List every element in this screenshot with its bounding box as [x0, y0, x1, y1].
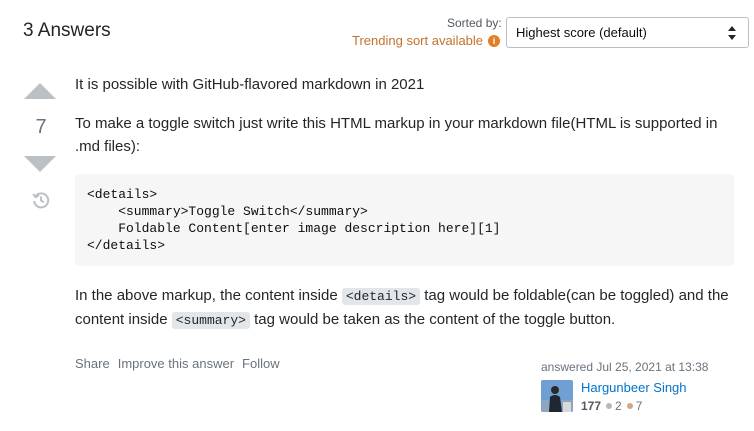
post-menu: Share Improve this answer Follow — [75, 356, 288, 371]
answer-paragraph: To make a toggle switch just write this … — [75, 115, 718, 155]
answer-paragraph: It is possible with GitHub-flavored mark… — [75, 76, 425, 93]
trending-sort-text[interactable]: Trending sort available — [352, 33, 483, 48]
user-reputation: 177 2 7 — [581, 399, 647, 413]
avatar[interactable] — [541, 380, 573, 412]
sort-select[interactable]: Highest score (default) — [506, 17, 749, 48]
sorted-by-label: Sorted by: — [447, 16, 502, 30]
sort-arrows-icon — [728, 26, 736, 40]
share-link[interactable]: Share — [75, 356, 110, 371]
sort-select-value[interactable]: Highest score (default) — [516, 25, 647, 40]
trending-sort-notice[interactable]: Trending sort available i — [352, 33, 501, 48]
user-info-card: answered Jul 25, 2021 at 13:38 Hargunbee… — [541, 360, 741, 413]
silver-badge-icon — [606, 403, 613, 409]
info-icon[interactable]: i — [488, 34, 501, 47]
code-block: <details> <summary>Toggle Switch</summar… — [75, 174, 734, 266]
downvote-button[interactable] — [24, 156, 56, 172]
reputation-score: 177 — [581, 399, 602, 413]
vote-count: 7 — [35, 116, 47, 138]
bronze-badge-icon — [626, 403, 633, 409]
answered-timestamp[interactable]: answered Jul 25, 2021 at 13:38 — [541, 360, 741, 374]
silver-badge-count: 2 — [615, 399, 622, 413]
follow-link[interactable]: Follow — [242, 356, 280, 371]
improve-answer-link[interactable]: Improve this answer — [118, 356, 234, 371]
answer-paragraph: In the above markup, the content inside … — [75, 284, 740, 332]
bronze-badges: 7 — [626, 399, 643, 413]
inline-code: <summary> — [171, 312, 250, 329]
bronze-badge-count: 7 — [635, 399, 643, 413]
paragraph-text: tag would be taken as the content of the… — [249, 311, 616, 328]
upvote-button[interactable] — [24, 83, 56, 99]
answers-count-title: 3 Answers — [23, 20, 111, 41]
history-icon[interactable] — [31, 190, 51, 210]
silver-badges: 2 — [606, 399, 622, 413]
answers-header: 3 Answers Sorted by: Trending sort avail… — [0, 0, 754, 64]
paragraph-text: In the above markup, the content inside — [75, 287, 342, 304]
user-name-link[interactable]: Hargunbeer Singh — [581, 380, 687, 395]
inline-code: <details> — [341, 288, 421, 305]
